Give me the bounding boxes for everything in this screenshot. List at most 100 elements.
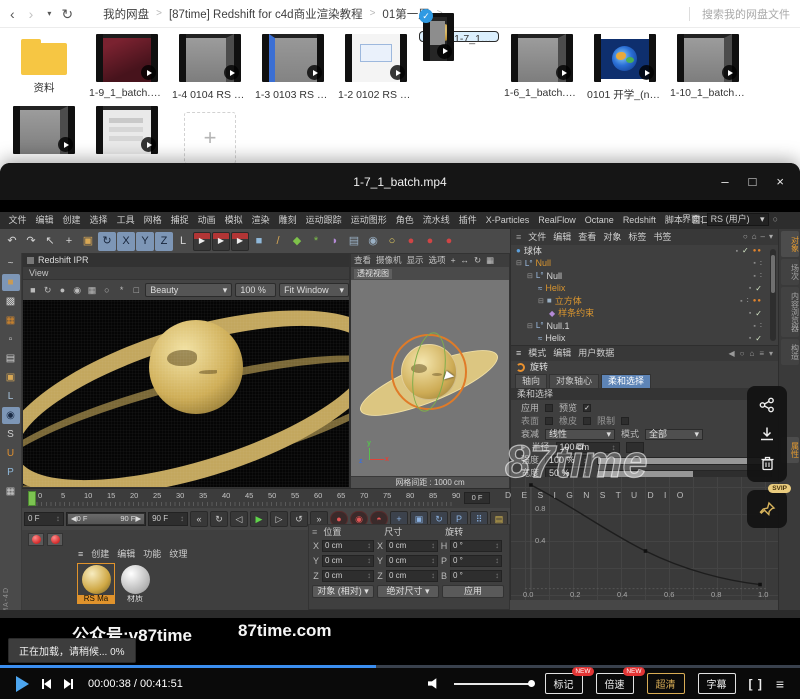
menu-item[interactable]: X-Particles bbox=[481, 216, 534, 225]
attribute-tab[interactable]: 轴向 bbox=[515, 374, 547, 389]
subdivide-icon[interactable]: ◆ bbox=[288, 232, 306, 251]
coordinate-field[interactable]: 0 °↕ bbox=[450, 540, 502, 552]
snowflake-icon[interactable]: * bbox=[116, 284, 128, 297]
play-button[interactable] bbox=[16, 676, 29, 692]
menu-item[interactable]: 雕刻 bbox=[274, 216, 301, 225]
timeline-ruler[interactable]: 0 F 051015202530354045505560657075808590 bbox=[22, 488, 510, 508]
floor-icon[interactable]: ▤ bbox=[345, 232, 363, 251]
enabled-toggle-icon[interactable]: ✓ bbox=[755, 335, 762, 343]
menu-item[interactable]: Redshift bbox=[618, 216, 660, 225]
manager-tab[interactable]: 构造 bbox=[781, 339, 799, 365]
stepper-icon[interactable]: ↕ bbox=[583, 457, 587, 465]
object-row[interactable]: ●球体▪✓●● bbox=[511, 245, 778, 258]
next-frame-button[interactable]: ▷ bbox=[270, 511, 288, 527]
plane-lock-icon[interactable]: ▦ bbox=[2, 483, 20, 500]
menu-item[interactable]: 文件 bbox=[528, 233, 546, 242]
snap-icon[interactable]: S bbox=[2, 426, 20, 443]
stepper-icon[interactable]: ↕ bbox=[495, 572, 499, 580]
size-mode-select[interactable]: 绝对尺寸 ▾ bbox=[377, 585, 439, 598]
coordinate-field[interactable]: 0 °↕ bbox=[450, 555, 502, 567]
minimize-button[interactable]: – bbox=[721, 174, 728, 189]
menu-item[interactable]: 显示 bbox=[407, 256, 424, 265]
stepper-icon[interactable]: ↕ bbox=[495, 542, 499, 550]
layer-chip-icon[interactable]: ▪ bbox=[749, 310, 751, 317]
fit-mode-select[interactable]: Fit Window▾ bbox=[279, 283, 349, 297]
viewport-rotate-view-icon[interactable]: ↻ bbox=[474, 256, 481, 265]
object-label[interactable]: 样条约束 bbox=[558, 309, 594, 318]
y-axis-lock-icon[interactable]: Y bbox=[136, 232, 154, 251]
menu-item[interactable]: 运动跟踪 bbox=[301, 216, 346, 225]
menu-item[interactable]: 用户数据 bbox=[578, 349, 614, 358]
mode-select[interactable]: 全部▾ bbox=[645, 429, 703, 440]
fullscreen-icon[interactable]: [ ] bbox=[749, 677, 763, 691]
grid-icon[interactable]: ▦ bbox=[86, 284, 98, 297]
upload-card[interactable]: + bbox=[170, 103, 250, 168]
expander-icon[interactable]: ▸ bbox=[521, 443, 526, 452]
volume-knob[interactable] bbox=[528, 680, 535, 687]
live-select-icon[interactable]: ↖ bbox=[41, 232, 59, 251]
stepper-icon[interactable]: ↕ bbox=[495, 557, 499, 565]
file-card[interactable] bbox=[4, 103, 84, 168]
rs-material-icon[interactable]: ● bbox=[440, 232, 458, 251]
menu-item[interactable]: 运动图形 bbox=[346, 216, 391, 225]
mark-button[interactable]: 标记NEW bbox=[545, 673, 583, 694]
end-frame-field[interactable]: 90 F↕ bbox=[148, 512, 188, 526]
coordinate-field[interactable]: 0 cm↕ bbox=[322, 555, 374, 567]
mograph-icon[interactable]: * bbox=[307, 232, 325, 251]
material-swatch[interactable]: RS Ma bbox=[78, 564, 114, 603]
stop-render-icon[interactable]: ■ bbox=[27, 284, 39, 297]
enabled-toggle-icon[interactable]: ✓ bbox=[742, 247, 749, 255]
timeline-playhead[interactable] bbox=[28, 491, 36, 506]
make-editable-icon[interactable]: ~ bbox=[2, 255, 20, 272]
file-card[interactable]: 1-10_1_batch.m... bbox=[668, 31, 748, 106]
menu-item[interactable]: 角色 bbox=[391, 216, 418, 225]
search-icon[interactable]: ○ bbox=[773, 215, 778, 224]
undo-icon[interactable]: ↶ bbox=[3, 232, 21, 251]
previous-video-button[interactable] bbox=[42, 679, 51, 689]
texture-mode-icon[interactable]: ▩ bbox=[2, 293, 20, 310]
start-frame-field[interactable]: 0 F↕ bbox=[24, 512, 64, 526]
material-swatch[interactable]: 材质 bbox=[117, 564, 153, 603]
object-label[interactable]: Helix bbox=[545, 334, 565, 343]
history-dropdown-icon[interactable]: ▾ bbox=[47, 10, 51, 18]
strength-slider[interactable] bbox=[597, 457, 772, 465]
coordinate-field[interactable]: 0 cm↕ bbox=[386, 555, 438, 567]
player-titlebar[interactable]: 1-7_1_batch.mp4 – □ × bbox=[0, 163, 800, 200]
stepper-icon[interactable]: ↕ bbox=[612, 444, 616, 452]
coordinate-field[interactable]: 0 °↕ bbox=[450, 570, 502, 582]
menu-item[interactable]: 创建 bbox=[91, 550, 109, 559]
menu-item[interactable]: 编辑 bbox=[31, 216, 58, 225]
menu-item[interactable]: 纹理 bbox=[169, 550, 187, 559]
menu-item[interactable]: 动画 bbox=[193, 216, 220, 225]
surface-checkbox[interactable] bbox=[545, 417, 553, 425]
folder-card[interactable]: 资料 bbox=[4, 31, 84, 106]
z-axis-lock-icon[interactable]: Z bbox=[155, 232, 173, 251]
camera-icon[interactable]: ◉ bbox=[364, 232, 382, 251]
menu-item[interactable]: 流水线 bbox=[418, 216, 454, 225]
light-icon[interactable]: ○ bbox=[383, 232, 401, 251]
menu-item[interactable]: 书签 bbox=[653, 233, 671, 242]
viewport-canvas[interactable]: y x z bbox=[351, 280, 509, 476]
manager-tab[interactable]: 内容浏览器 bbox=[781, 287, 799, 337]
coordinate-field[interactable]: 0 cm↕ bbox=[386, 570, 438, 582]
uv-mode-icon[interactable]: ▦ bbox=[2, 312, 20, 329]
layer-chip-icon[interactable]: ▪ bbox=[753, 260, 755, 267]
render-settings-icon[interactable]: ▶ bbox=[231, 232, 249, 251]
points-mode-icon[interactable]: ▫ bbox=[2, 331, 20, 348]
section-header[interactable]: 柔和选择 bbox=[517, 390, 553, 399]
object-row[interactable]: ⊟L°Null.1▪∶ bbox=[511, 320, 778, 333]
panel-menu-icon[interactable]: ≡ bbox=[516, 349, 521, 358]
quality-button[interactable]: 超清 bbox=[647, 673, 685, 694]
texture-tag-icon[interactable]: ●● bbox=[753, 248, 762, 254]
snapshot-icon[interactable]: ◉ bbox=[71, 284, 83, 297]
menu-item[interactable]: 标签 bbox=[628, 233, 646, 242]
object-row[interactable]: ⊟L°Null▪∶ bbox=[511, 270, 778, 283]
object-row[interactable]: ◆样条约束▪✓ bbox=[511, 308, 778, 321]
apply-button[interactable]: 应用 bbox=[442, 585, 504, 598]
spline-pen-icon[interactable]: / bbox=[269, 232, 287, 251]
menu-item[interactable]: 摄像机 bbox=[376, 256, 402, 265]
stepper-icon[interactable]: ↕ bbox=[367, 557, 371, 565]
axis-mode-icon[interactable]: L bbox=[2, 388, 20, 405]
previous-frame-button[interactable]: ◁ bbox=[230, 511, 248, 527]
home-icon[interactable]: ⌂ bbox=[749, 350, 754, 358]
